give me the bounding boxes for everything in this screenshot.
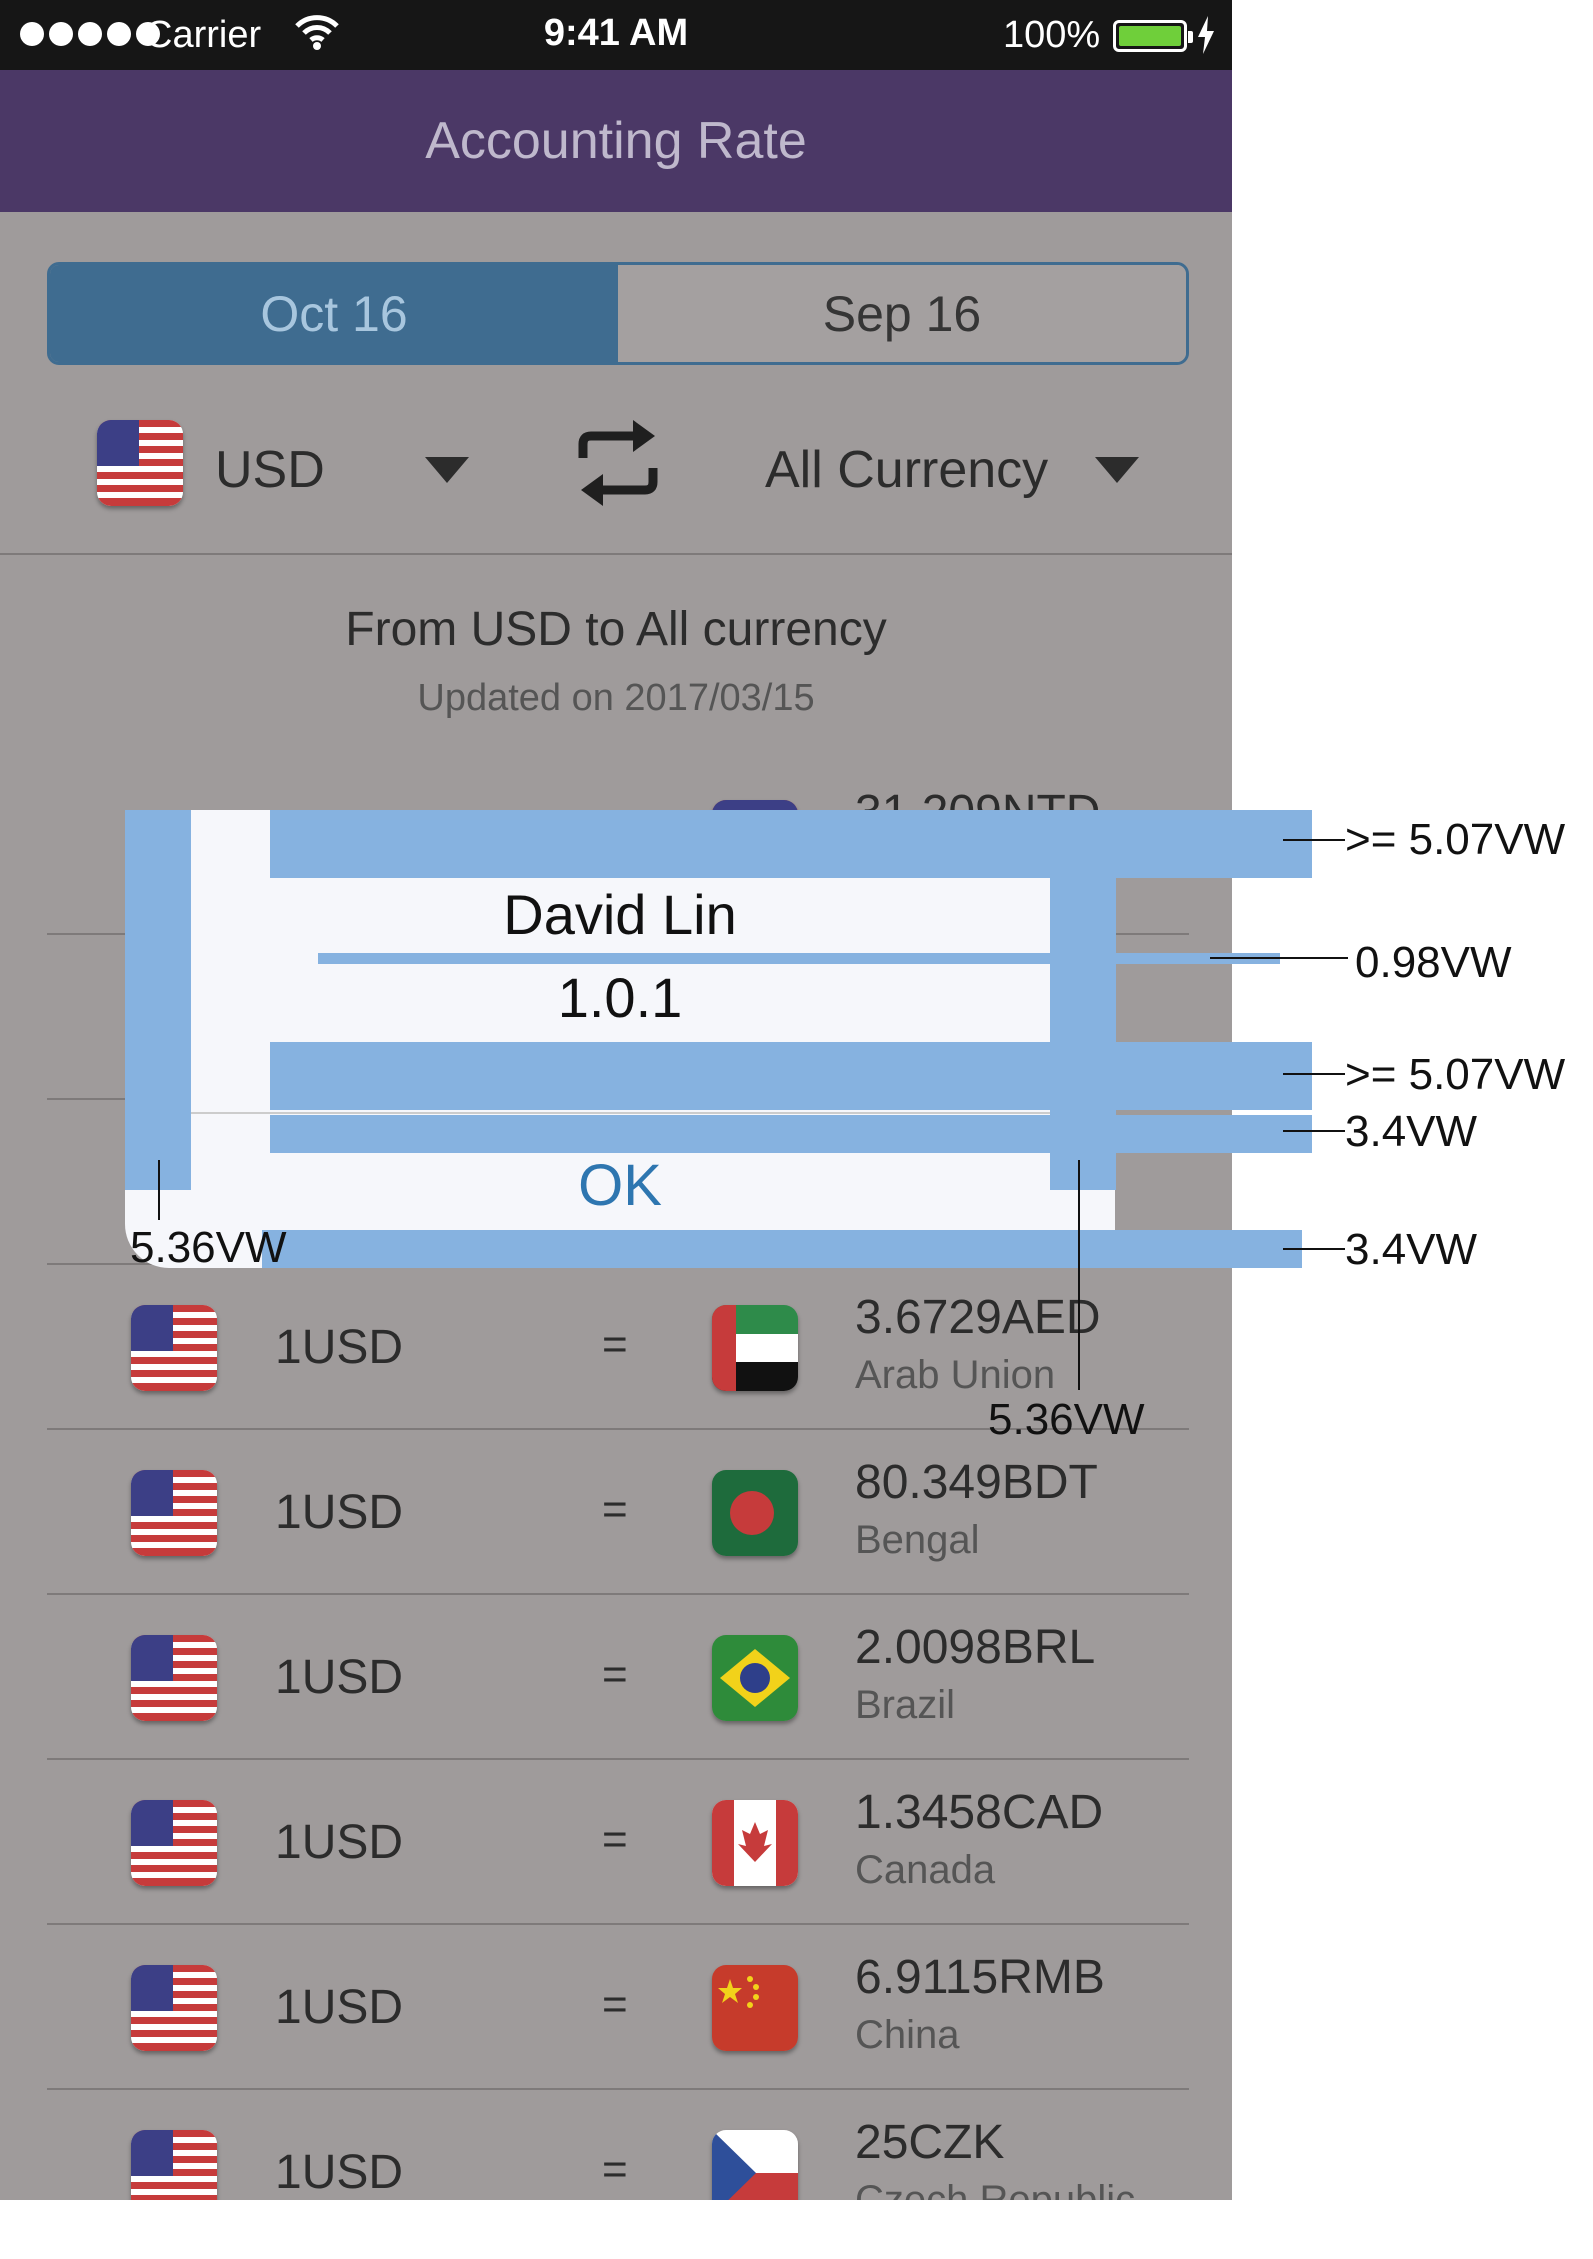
battery-percent: 100%	[1003, 14, 1101, 56]
updated-date: Updated on 2017/03/15	[417, 677, 815, 719]
equals-sign: =	[602, 1815, 628, 1864]
conversion-heading: From USD to All currency	[345, 603, 887, 656]
rate-value: 1.3458CAD	[855, 1786, 1104, 1839]
button-top-band	[270, 1115, 1312, 1153]
developer-name: David Lin	[503, 883, 737, 946]
equals-sign: =	[602, 1320, 628, 1369]
leader-line	[1210, 957, 1348, 959]
leader-line	[1283, 1130, 1345, 1132]
country-name: Arab Union	[855, 1353, 1056, 1397]
button-bottom-band	[262, 1230, 1302, 1268]
leader-line	[158, 1160, 160, 1220]
leader-line	[1283, 839, 1345, 841]
country-name: Czech Republic	[855, 2178, 1136, 2200]
app-version: 1.0.1	[557, 966, 683, 1029]
country-name: Bengal	[855, 1518, 980, 1562]
dialog-divider	[125, 1112, 1115, 1114]
list-item[interactable]: 1USD = 1.3458CAD Canada	[47, 1760, 1189, 1925]
ok-button[interactable]: OK	[125, 1152, 1115, 1219]
base-amount: 1USD	[275, 1651, 404, 1704]
page-title: Accounting Rate	[425, 112, 807, 170]
uae-flag-icon	[712, 1305, 798, 1391]
measure-label: >= 5.07VW	[1345, 1050, 1566, 1099]
tab-sep-16[interactable]: Sep 16	[618, 265, 1186, 362]
rate-value: 6.9115RMB	[855, 1951, 1105, 2004]
rate-value: 25CZK	[855, 2116, 1005, 2169]
charging-icon	[1196, 16, 1216, 64]
to-currency-label[interactable]: All Currency	[765, 440, 1048, 500]
usa-flag-icon	[131, 1800, 217, 1886]
navigation-bar: Accounting Rate	[0, 70, 1232, 212]
usa-flag-icon	[131, 1470, 217, 1556]
equals-sign: =	[602, 1980, 628, 2029]
usa-flag-icon	[131, 1305, 217, 1391]
base-amount: 1USD	[275, 1321, 404, 1374]
base-amount: 1USD	[275, 2146, 404, 2199]
country-name: China	[855, 2013, 960, 2057]
list-item[interactable]: 1USD = 80.349BDT Bengal	[47, 1430, 1189, 1595]
rate-value: 2.0098BRL	[855, 1621, 1096, 1674]
swap-icon[interactable]	[575, 418, 661, 513]
china-flag-icon	[712, 1965, 798, 2051]
about-dialog: David Lin 1.0.1 OK	[125, 810, 1115, 1268]
usa-flag-icon	[131, 2130, 217, 2200]
currency-selector: USD All Currency	[0, 400, 1232, 555]
base-amount: 1USD	[275, 1486, 404, 1539]
leader-line	[1283, 1073, 1345, 1075]
from-currency-label[interactable]: USD	[215, 440, 325, 500]
equals-sign: =	[602, 2145, 628, 2194]
measure-label: 5.36VW	[988, 1395, 1145, 1444]
measure-label: 0.98VW	[1355, 938, 1512, 987]
tab-oct-16[interactable]: Oct 16	[50, 265, 618, 362]
measure-label: >= 5.07VW	[1345, 815, 1566, 864]
canada-flag-icon	[712, 1800, 798, 1886]
base-amount: 1USD	[275, 1816, 404, 1869]
leader-line	[1283, 1248, 1345, 1250]
brazil-flag-icon	[712, 1635, 798, 1721]
usa-flag-icon	[131, 1965, 217, 2051]
czech-flag-icon	[712, 2130, 798, 2200]
usa-flag-icon	[131, 1635, 217, 1721]
country-name: Canada	[855, 1848, 996, 1892]
measure-label: 3.4VW	[1345, 1107, 1478, 1156]
equals-sign: =	[602, 1650, 628, 1699]
bangladesh-flag-icon	[712, 1470, 798, 1556]
line-gap-band	[318, 953, 1280, 964]
top-padding-band	[270, 810, 1312, 878]
status-bar: Carrier 9:41 AM 100%	[0, 0, 1232, 70]
list-item[interactable]: 1USD = 25CZK Czech Republic	[47, 2090, 1189, 2200]
month-segmented-control: Oct 16 Sep 16	[47, 262, 1189, 365]
country-name: Brazil	[855, 1683, 956, 1727]
list-item[interactable]: 1USD = 2.0098BRL Brazil	[47, 1595, 1189, 1760]
chevron-down-icon[interactable]	[1095, 457, 1139, 488]
leader-line	[1078, 1160, 1080, 1390]
measure-label: 5.36VW	[130, 1223, 287, 1272]
usa-flag-icon[interactable]	[97, 420, 183, 506]
battery-icon	[1113, 20, 1193, 52]
left-margin-band	[125, 810, 191, 1190]
rate-value: 3.6729AED	[855, 1291, 1101, 1344]
rate-value: 80.349BDT	[855, 1456, 1098, 1509]
measure-label: 3.4VW	[1345, 1225, 1478, 1274]
base-amount: 1USD	[275, 1981, 404, 2034]
chevron-down-icon[interactable]	[425, 457, 469, 488]
list-item[interactable]: 1USD = 6.9115RMB China	[47, 1925, 1189, 2090]
equals-sign: =	[602, 1485, 628, 1534]
bottom-padding-band	[270, 1042, 1312, 1110]
